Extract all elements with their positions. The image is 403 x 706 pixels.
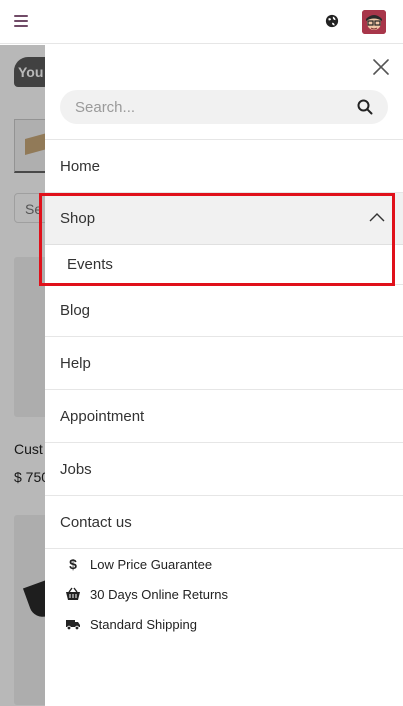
nav-item-label: Blog <box>60 302 91 319</box>
nav-item-jobs[interactable]: Jobs <box>45 443 403 496</box>
feature-label: Low Price Guarantee <box>90 556 213 572</box>
top-navbar <box>0 0 403 44</box>
hamburger-icon[interactable] <box>14 14 28 28</box>
feature-label: 30 Days Online Returns <box>90 586 229 602</box>
nav-item-label: Jobs <box>60 460 92 478</box>
nav-item-help[interactable]: Help <box>45 337 403 390</box>
nav-subitem-label: Events <box>67 256 113 273</box>
features-list: $ Low Price Guarantee 30 Days Online Ret… <box>45 549 403 639</box>
feature-item: $ Low Price Guarantee <box>45 549 403 579</box>
feature-item: Standard Shipping <box>45 609 403 639</box>
nav-subitem-events[interactable]: Events <box>45 245 403 285</box>
user-avatar-icon[interactable] <box>362 10 386 34</box>
close-icon[interactable] <box>372 58 390 76</box>
nav-item-label: Contact us <box>60 513 132 531</box>
feature-label: Standard Shipping <box>90 616 197 632</box>
chevron-up-icon[interactable] <box>369 212 385 222</box>
offcanvas-menu: Home Shop Events Blog Help Appointment J… <box>45 45 403 706</box>
nav-item-home[interactable]: Home <box>45 140 403 193</box>
search-icon[interactable] <box>357 99 373 115</box>
nav-item-appointment[interactable]: Appointment <box>45 390 403 443</box>
dollar-icon: $ <box>69 556 77 572</box>
basket-icon <box>66 587 80 600</box>
nav-item-label: Home <box>60 157 101 175</box>
feature-item: 30 Days Online Returns <box>45 579 403 609</box>
nav-menu: Home Shop Events Blog Help Appointment J… <box>45 140 403 549</box>
nav-item-blog[interactable]: Blog <box>45 285 403 337</box>
search-field <box>60 90 388 124</box>
nav-item-label: Appointment <box>60 407 145 425</box>
globe-icon[interactable] <box>325 14 339 28</box>
nav-item-contact-us[interactable]: Contact us <box>45 496 403 549</box>
nav-item-label: Help <box>60 354 91 372</box>
nav-item-label: Shop <box>60 210 96 227</box>
nav-item-shop[interactable]: Shop <box>45 193 403 245</box>
truck-icon <box>66 620 80 631</box>
search-input[interactable] <box>75 90 345 124</box>
